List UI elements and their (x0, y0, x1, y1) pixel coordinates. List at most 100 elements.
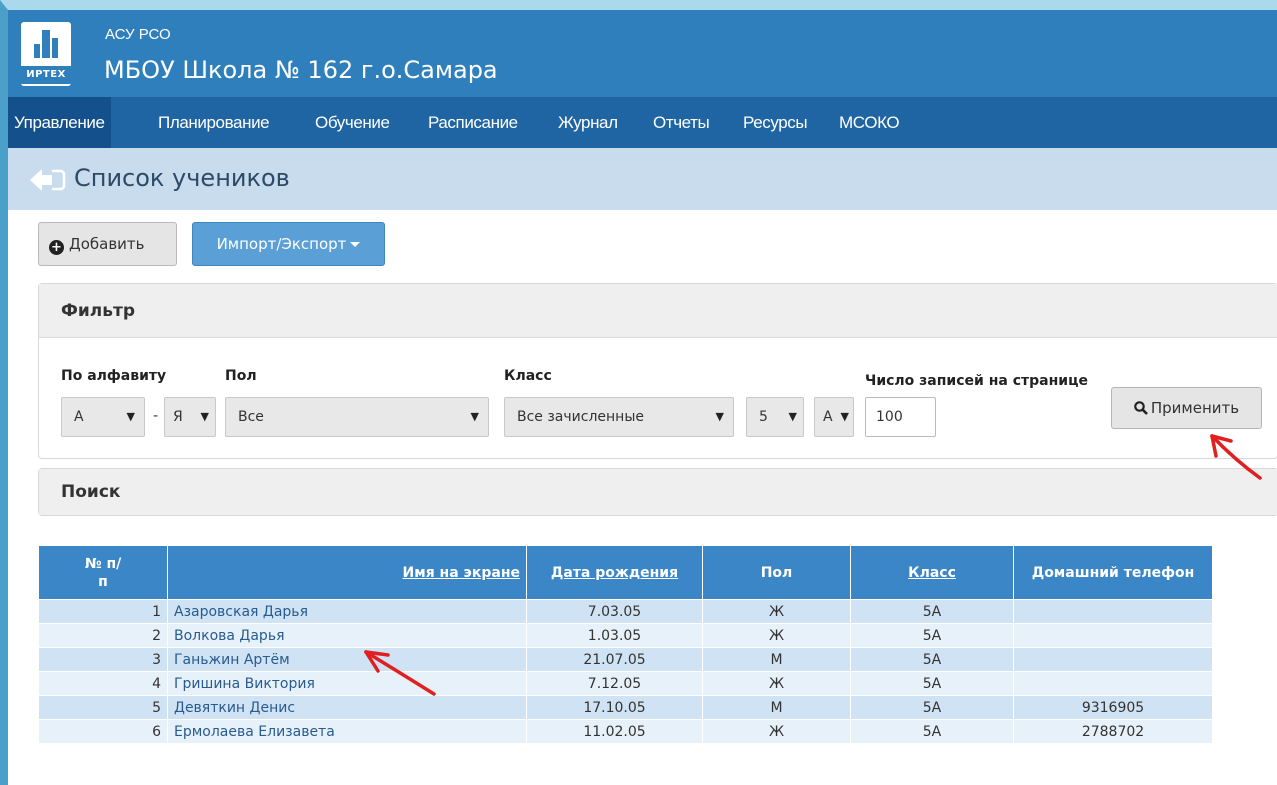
row-number: 1 (38, 599, 168, 624)
app-header: ИРТЕХ АСУ РСО МБОУ Школа № 162 г.о.Самар… (8, 10, 1277, 97)
home-phone: 9316905 (1013, 695, 1213, 720)
table-row: 5 Девяткин Денис 17.10.05 М 5А 9316905 (38, 695, 1213, 720)
student-name-link[interactable]: Девяткин Денис (167, 695, 527, 720)
page-size-input[interactable]: 100 (865, 397, 936, 437)
dropdown-arrow-icon: ▼ (200, 410, 209, 423)
plus-circle-icon: + (49, 240, 64, 255)
class: 5А (850, 671, 1014, 696)
class: 5А (850, 719, 1014, 744)
filter-panel: Фильтр По алфавиту Пол Класс Число запис… (38, 283, 1277, 459)
gender-label: Пол (225, 368, 257, 384)
sort-by-name-link[interactable]: Имя на экране (403, 565, 520, 581)
logo-text: ИРТЕХ (21, 66, 71, 84)
sort-by-class-link[interactable]: Класс (908, 565, 956, 581)
birth-date: 1.03.05 (526, 623, 703, 648)
gender: Ж (702, 623, 851, 648)
school-name: МБОУ Школа № 162 г.о.Самара (104, 56, 498, 84)
student-name-link[interactable]: Гришина Виктория (167, 671, 527, 696)
birth-date: 11.02.05 (526, 719, 703, 744)
table-row: 6 Ермолаева Елизавета 11.02.05 Ж 5А 2788… (38, 719, 1213, 744)
irtech-logo[interactable]: ИРТЕХ (21, 22, 71, 86)
class-value: Все зачисленные (517, 409, 644, 425)
nav-item-planning[interactable]: Планирование (158, 97, 270, 148)
column-header-birth[interactable]: Дата рождения (526, 545, 703, 600)
class: 5А (850, 623, 1014, 648)
page-title: Список учеников (74, 164, 290, 192)
alpha-from-value: А (74, 409, 84, 425)
gender: М (702, 647, 851, 672)
birth-date: 21.07.05 (526, 647, 703, 672)
import-export-button[interactable]: Импорт/Экспорт (192, 222, 385, 266)
nav-item-journal[interactable]: Журнал (558, 97, 618, 148)
grade-value: 5 (759, 409, 768, 425)
class-label: Класс (504, 368, 552, 384)
search-heading[interactable]: Поиск (39, 469, 1277, 515)
gender-select[interactable]: Все ▼ (225, 397, 489, 437)
back-arrow-icon[interactable] (30, 169, 66, 191)
class: 5А (850, 647, 1014, 672)
column-header-number-label: № п/п (84, 555, 122, 590)
filter-heading[interactable]: Фильтр (39, 284, 1277, 338)
letter-value: А (823, 409, 833, 425)
birth-date: 7.12.05 (526, 671, 703, 696)
birth-date: 7.03.05 (526, 599, 703, 624)
gender: Ж (702, 671, 851, 696)
table-row: 1 Азаровская Дарья 7.03.05 Ж 5А (38, 599, 1213, 624)
add-button[interactable]: + Добавить (38, 222, 177, 266)
student-name-link[interactable]: Азаровская Дарья (167, 599, 527, 624)
letter-select[interactable]: А ▼ (814, 397, 854, 437)
class: 5А (850, 599, 1014, 624)
apply-button[interactable]: Применить (1111, 387, 1262, 429)
app-name: АСУ РСО (105, 26, 171, 43)
range-dash: - (153, 408, 159, 424)
row-number: 2 (38, 623, 168, 648)
dropdown-arrow-icon: ▼ (126, 410, 135, 423)
sort-by-birth-link[interactable]: Дата рождения (551, 565, 678, 581)
column-header-gender: Пол (702, 545, 851, 600)
students-table: № п/п Имя на экране Дата рождения Пол Кл… (38, 545, 1213, 744)
gender-value: Все (238, 409, 264, 425)
home-phone: 2788702 (1013, 719, 1213, 744)
caret-down-icon (350, 242, 361, 247)
column-header-class[interactable]: Класс (850, 545, 1014, 600)
class-select[interactable]: Все зачисленные ▼ (504, 397, 734, 437)
column-header-number: № п/п (38, 545, 168, 600)
row-number: 5 (38, 695, 168, 720)
table-row: 4 Гришина Виктория 7.12.05 Ж 5А (38, 671, 1213, 696)
alpha-from-select[interactable]: А ▼ (61, 397, 145, 437)
home-phone (1013, 623, 1213, 648)
alpha-label: По алфавиту (61, 368, 167, 384)
page-size-label: Число записей на странице (865, 373, 1088, 389)
class: 5А (850, 695, 1014, 720)
student-name-link[interactable]: Ганьжин Артём (167, 647, 527, 672)
column-header-name[interactable]: Имя на экране (167, 545, 527, 600)
student-name-link[interactable]: Ермолаева Елизавета (167, 719, 527, 744)
nav-item-msoko[interactable]: МСОКО (839, 97, 900, 148)
nav-item-education[interactable]: Обучение (315, 97, 390, 148)
row-number: 4 (38, 671, 168, 696)
search-icon (1134, 401, 1148, 415)
add-button-label: Добавить (69, 235, 145, 253)
birth-date: 17.10.05 (526, 695, 703, 720)
home-phone (1013, 647, 1213, 672)
nav-item-management[interactable]: Управление (8, 97, 111, 148)
dropdown-arrow-icon: ▼ (470, 410, 479, 423)
gender: Ж (702, 719, 851, 744)
student-name-link[interactable]: Волкова Дарья (167, 623, 527, 648)
grade-select[interactable]: 5 ▼ (746, 397, 804, 437)
row-number: 6 (38, 719, 168, 744)
import-export-label: Импорт/Экспорт (216, 235, 347, 253)
apply-button-label: Применить (1150, 399, 1240, 417)
gender: М (702, 695, 851, 720)
nav-item-reports[interactable]: Отчеты (653, 97, 710, 148)
alpha-to-select[interactable]: Я ▼ (164, 397, 216, 437)
dropdown-arrow-icon: ▼ (840, 410, 849, 423)
nav-item-schedule[interactable]: Расписание (428, 97, 518, 148)
home-phone (1013, 599, 1213, 624)
search-panel: Поиск (38, 468, 1277, 516)
page-title-bar: Список учеников (8, 148, 1277, 210)
table-row: 2 Волкова Дарья 1.03.05 Ж 5А (38, 623, 1213, 648)
nav-item-resources[interactable]: Ресурсы (743, 97, 808, 148)
dropdown-arrow-icon: ▼ (788, 410, 797, 423)
column-header-phone: Домашний телефон (1013, 545, 1213, 600)
